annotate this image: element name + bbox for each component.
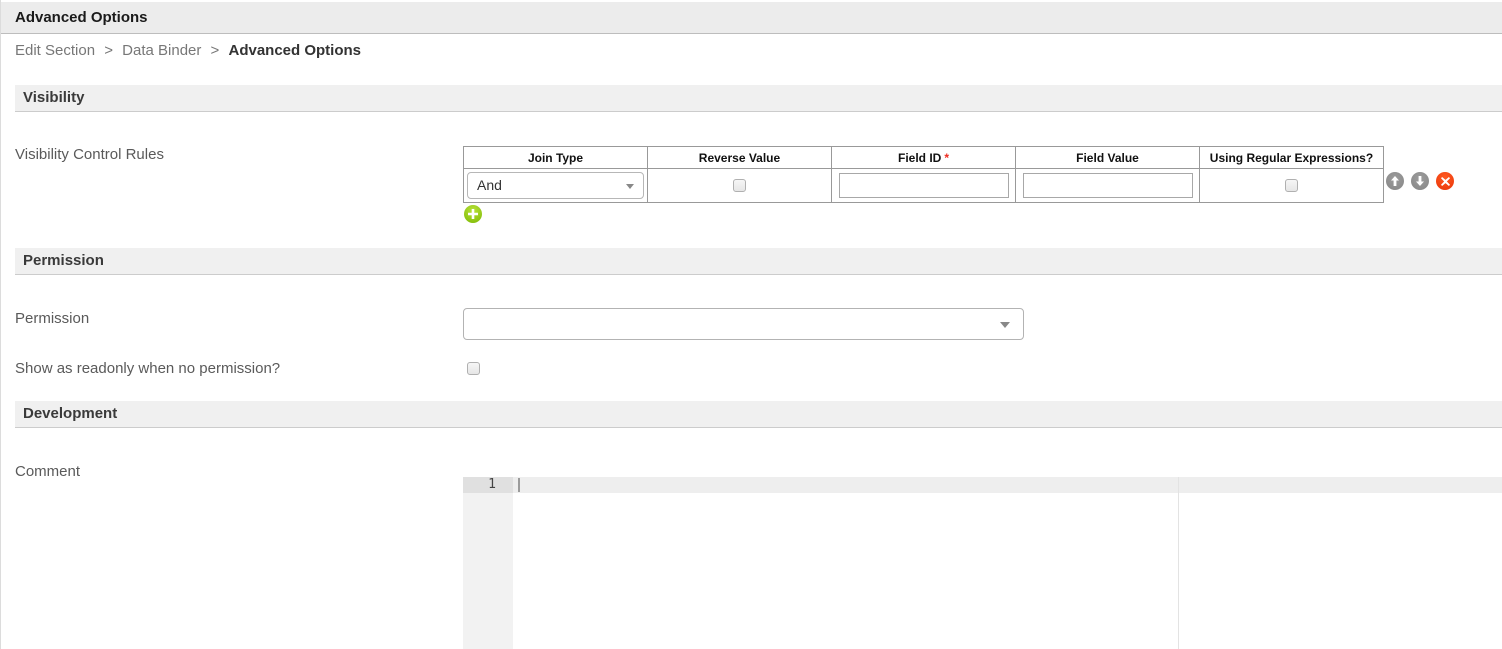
chevron-down-icon bbox=[626, 184, 634, 189]
join-type-cell: And bbox=[463, 168, 648, 203]
visibility-rules-table: Join Type Reverse Value Field ID * Field … bbox=[463, 146, 1384, 203]
join-type-select[interactable]: And bbox=[467, 172, 644, 199]
field-id-input[interactable] bbox=[838, 173, 1009, 198]
arrow-up-icon bbox=[1391, 176, 1399, 186]
advanced-options-page: Advanced Options Edit Section > Data Bin… bbox=[0, 0, 1502, 649]
using-regex-cell bbox=[1199, 168, 1384, 203]
table-header-row: Join Type Reverse Value Field ID * Field … bbox=[463, 146, 1384, 169]
breadcrumb: Edit Section > Data Binder > Advanced Op… bbox=[15, 42, 361, 59]
section-header-visibility: Visibility bbox=[15, 85, 1502, 112]
plus-icon bbox=[468, 209, 478, 219]
permission-label: Permission bbox=[15, 310, 90, 327]
editor-active-line bbox=[513, 477, 1502, 493]
column-header-join-type: Join Type bbox=[463, 146, 648, 169]
editor-cursor bbox=[518, 478, 520, 492]
breadcrumb-separator: > bbox=[104, 42, 113, 59]
using-regex-checkbox[interactable] bbox=[1285, 178, 1298, 192]
breadcrumb-separator: > bbox=[210, 42, 220, 59]
column-header-reverse-value: Reverse Value bbox=[647, 146, 832, 169]
field-value-cell bbox=[1015, 168, 1200, 203]
join-type-selected-value: And bbox=[477, 177, 502, 193]
field-value-input[interactable] bbox=[1022, 173, 1193, 198]
comment-code-editor[interactable]: 1 bbox=[463, 477, 1502, 649]
row-actions bbox=[1386, 172, 1454, 190]
column-header-field-id: Field ID * bbox=[831, 146, 1016, 169]
editor-gutter: 1 bbox=[463, 477, 513, 649]
arrow-down-icon bbox=[1416, 176, 1424, 186]
chevron-down-icon bbox=[1000, 322, 1010, 328]
editor-line-number: 1 bbox=[463, 477, 513, 493]
page-title: Advanced Options bbox=[1, 2, 1502, 34]
column-header-using-regex: Using Regular Expressions? bbox=[1199, 146, 1384, 169]
readonly-label: Show as readonly when no permission? bbox=[15, 360, 281, 377]
permission-select[interactable] bbox=[463, 308, 1024, 340]
move-row-up-button[interactable] bbox=[1386, 172, 1404, 190]
column-header-field-value: Field Value bbox=[1015, 146, 1200, 169]
breadcrumb-current: Advanced Options bbox=[228, 42, 362, 59]
add-rule-button[interactable] bbox=[464, 205, 482, 223]
breadcrumb-link-data-binder[interactable]: Data Binder bbox=[122, 42, 201, 59]
move-row-down-button[interactable] bbox=[1411, 172, 1429, 190]
visibility-control-rules-label: Visibility Control Rules bbox=[15, 146, 164, 163]
reverse-value-checkbox[interactable] bbox=[733, 178, 746, 192]
delete-row-button[interactable] bbox=[1436, 172, 1454, 190]
section-header-development: Development bbox=[15, 401, 1502, 428]
table-row: And bbox=[463, 168, 1384, 203]
reverse-value-cell bbox=[647, 168, 832, 203]
section-header-permission: Permission bbox=[15, 248, 1502, 275]
comment-label: Comment bbox=[15, 463, 81, 480]
readonly-checkbox[interactable] bbox=[467, 362, 480, 375]
column-header-field-id-label: Field ID bbox=[897, 150, 942, 165]
breadcrumb-link-edit-section[interactable]: Edit Section bbox=[15, 42, 95, 59]
editor-print-margin bbox=[1178, 477, 1179, 649]
required-marker: * bbox=[944, 150, 949, 165]
x-icon bbox=[1440, 176, 1450, 186]
field-id-cell bbox=[831, 168, 1016, 203]
